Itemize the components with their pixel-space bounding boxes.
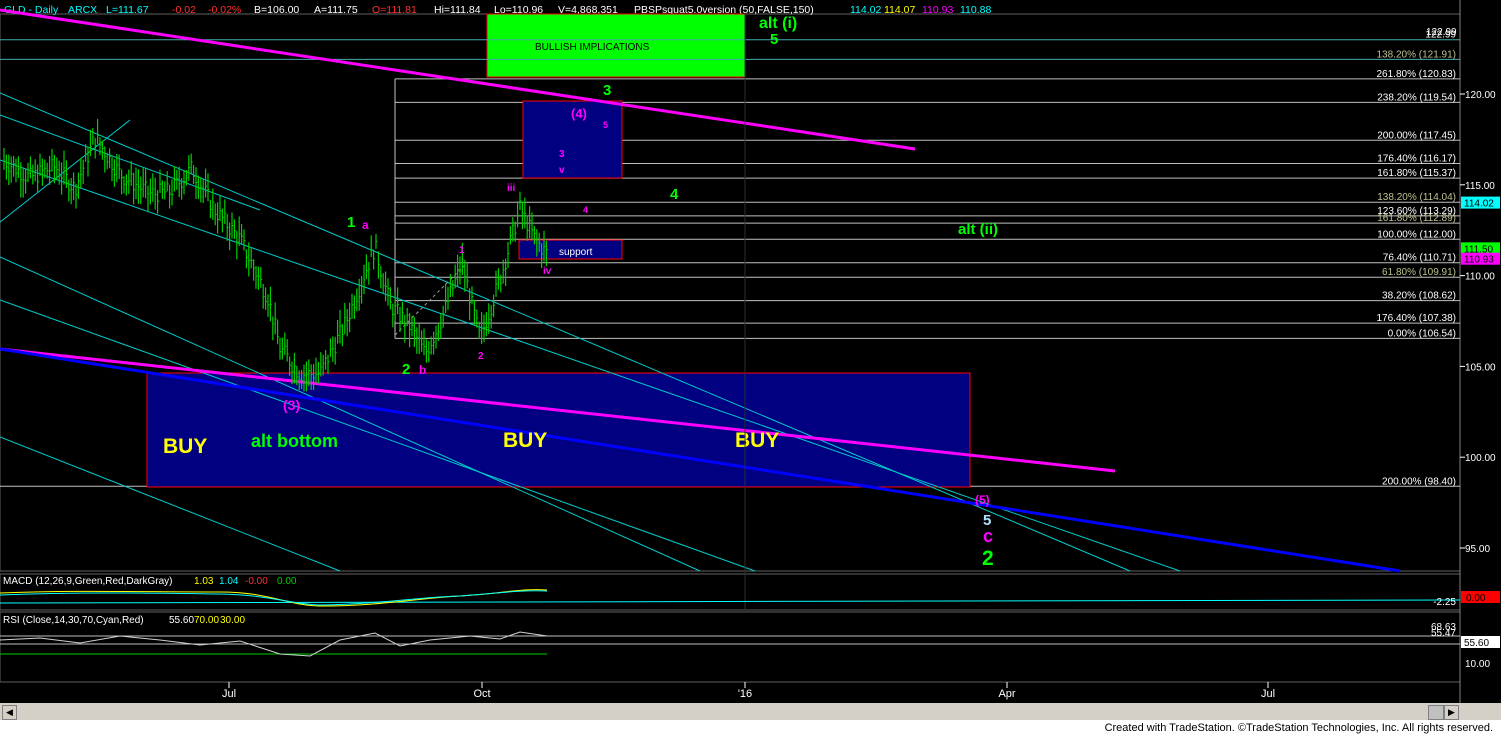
wave-label: 1 <box>347 214 355 231</box>
y-tick-label: 110.00 <box>1465 272 1495 283</box>
fib-level-label: 38.20% (108.62) <box>1382 291 1456 302</box>
wave-label: c <box>983 526 993 546</box>
fib-level-label: 238.20% (119.54) <box>1377 92 1456 103</box>
dotted-trend-line <box>394 264 466 336</box>
wave-label: 3 <box>559 149 565 160</box>
rsi-label: RSI (Close,14,30,70,Cyan,Red) <box>3 615 144 626</box>
wave-label: alt (i) <box>759 15 797 32</box>
rsi-tick: 10.00 <box>1465 659 1490 670</box>
fib-level-label: 138.20% (121.91) <box>1376 49 1456 60</box>
wave-label: a <box>362 218 369 232</box>
wave-label: 3 <box>603 82 611 99</box>
macd-label: MACD (12,26,9,Green,Red,DarkGray) <box>3 576 173 587</box>
macd-value: -0.00 <box>245 576 268 587</box>
buy-label: BUY <box>735 429 779 452</box>
wave-label: 5 <box>603 120 608 130</box>
fib-level-label: 161.80% (115.37) <box>1377 168 1456 179</box>
buy-zone-box <box>146 372 971 488</box>
header-field: A=111.75 <box>314 4 358 16</box>
channel-line <box>0 119 131 223</box>
y-tick-label: 105.00 <box>1465 362 1496 373</box>
header-field: 114.07 <box>884 4 915 16</box>
header-field: -0.02% <box>208 4 241 16</box>
macd-line <box>0 589 548 607</box>
x-tick-label: '16 <box>738 688 752 700</box>
x-tick-label: Apr <box>998 688 1015 700</box>
rsi-value: 30.00 <box>220 615 245 626</box>
fib-level-label: 61.80% (109.91) <box>1382 267 1456 278</box>
scroll-left-icon[interactable]: ◀ <box>2 705 17 720</box>
horizontal-scrollbar[interactable]: ◀ ▶ <box>0 703 1460 720</box>
wave-label: 2 <box>982 547 994 570</box>
wave-label: 4 <box>583 205 588 215</box>
bullish-box-label: BULLISH IMPLICATIONS <box>535 42 650 53</box>
wave-label: b <box>419 363 426 377</box>
wave-label: iii <box>507 183 516 194</box>
footer-text: Created with TradeStation. ©TradeStation… <box>1104 722 1493 734</box>
header-field: ARCX <box>68 4 97 16</box>
x-tick-label: Jul <box>222 688 236 700</box>
y-tick-label: 100.00 <box>1465 453 1496 464</box>
fib-level-label: 176.40% (116.17) <box>1377 154 1456 165</box>
y-tick-label: 95.00 <box>1465 544 1490 555</box>
wave-label: 2 <box>402 361 410 378</box>
header-field: O=111.81 <box>372 4 417 16</box>
header-field: 114.02 <box>850 4 881 16</box>
scroll-right-icon[interactable]: ▶ <box>1444 705 1459 720</box>
header-field: Hi=111.84 <box>434 4 481 16</box>
macd-tick: -2.25 <box>1433 597 1456 608</box>
alt-bottom-label: alt bottom <box>251 431 338 451</box>
fib-level-label: 76.40% (110.71) <box>1383 253 1456 264</box>
fib-level-label: 200.00% (98.40) <box>1382 476 1456 487</box>
scroll-corner <box>1460 703 1501 720</box>
header-field: -0.02 <box>172 4 196 16</box>
fib-level-label: 200.00% (117.45) <box>1377 130 1456 141</box>
buy-label: BUY <box>503 429 547 452</box>
fib-level-label: 161.80% (112.89) <box>1377 213 1456 224</box>
rsi-tag: 55.60 <box>1464 638 1489 649</box>
wave-label: 2 <box>478 351 484 362</box>
scrollbar-thumb[interactable] <box>1428 705 1444 720</box>
price-tag-label: 110.93 <box>1464 255 1494 266</box>
macd-zero-line <box>0 599 1461 604</box>
macd-value: 1.03 <box>194 576 214 587</box>
header-field: L=111.67 <box>106 4 149 16</box>
wave-label: (5) <box>975 493 990 507</box>
buy-label: BUY <box>163 435 207 458</box>
fib-level-label: 138.20% (114.04) <box>1377 192 1456 203</box>
header-field: B=106.00 <box>254 4 299 16</box>
macd-value: 0.00 <box>277 576 297 587</box>
wave-label: alt (ii) <box>958 221 998 238</box>
fib-level-label: 176.40% (107.38) <box>1376 313 1456 324</box>
wave-label: (3) <box>283 397 300 413</box>
x-tick-label: Oct <box>473 688 490 700</box>
wave-label: 5 <box>770 31 778 48</box>
rsi-value: 70.00 <box>194 615 219 626</box>
rsi-tick: 55.47 <box>1431 628 1456 639</box>
header-field: 110.88 <box>960 4 991 16</box>
fib-level-label: 0.00% (106.54) <box>1388 328 1456 339</box>
x-tick-label: Jul <box>1261 688 1275 700</box>
wave-label: v <box>559 165 565 176</box>
y-tick-label: 122.99 <box>1426 27 1457 38</box>
macd-value: 1.04 <box>219 576 239 587</box>
macd-tag: 0.00 <box>1466 593 1486 604</box>
y-tick-label: 115.00 <box>1465 181 1495 192</box>
wave-label: iv <box>543 266 552 277</box>
price-tag-label: 114.02 <box>1464 199 1494 210</box>
header-field: 110.93 <box>922 4 953 16</box>
price-chart: GLD - Daily ARCX L=111.67 -0.02 -0.02% B=106.… <box>0 0 1500 703</box>
chart-window: GLD - Daily ARCX L=111.67 -0.02 -0.02% B=106.… <box>0 0 1501 736</box>
y-tick-label: 120.00 <box>1465 90 1496 101</box>
wave-label: 1 <box>459 245 465 256</box>
wave-label: (4) <box>571 106 587 121</box>
channel-line <box>0 114 261 211</box>
fib-level-label: 100.00% (112.00) <box>1377 229 1456 240</box>
wave-label: 4 <box>670 186 679 203</box>
support-label: support <box>559 247 593 258</box>
rsi-value: 55.60 <box>169 615 194 626</box>
footer-copyright: Created with TradeStation. ©TradeStation… <box>0 720 1501 736</box>
fib-level-label: 261.80% (120.83) <box>1376 69 1456 80</box>
